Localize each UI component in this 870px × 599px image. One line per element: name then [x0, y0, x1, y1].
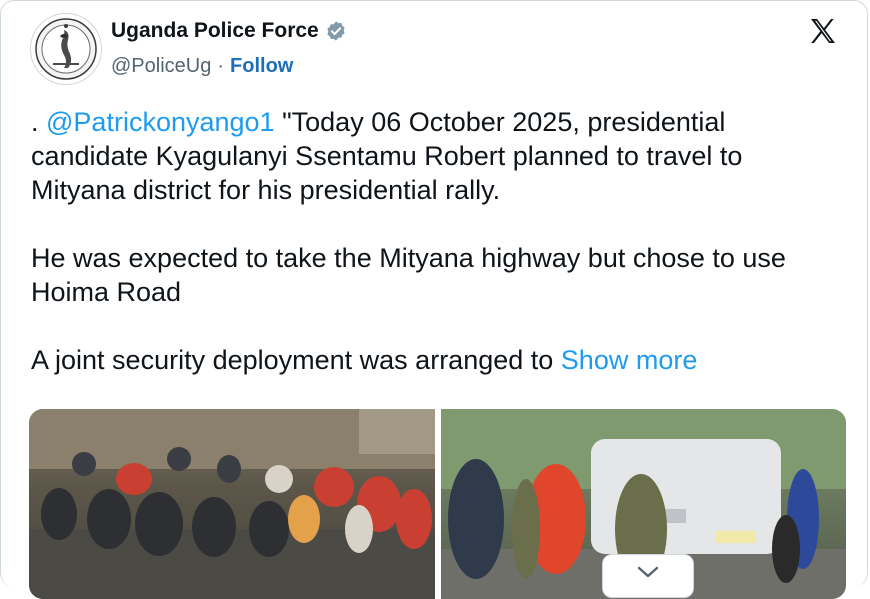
account-name-row: Uganda Police Force: [111, 19, 347, 43]
follow-button[interactable]: Follow: [230, 55, 293, 78]
tweet-paragraph-1: . @Patrickonyango1 "Today 06 October 202…: [31, 105, 841, 207]
police-crest-icon: [35, 18, 97, 80]
media-photo-1[interactable]: [29, 409, 435, 599]
expand-media-button[interactable]: [602, 554, 694, 598]
show-more-link[interactable]: Show more: [561, 345, 698, 375]
tweet-paragraph-3: A joint security deployment was arranged…: [31, 343, 841, 377]
separator-dot: ·: [217, 55, 225, 77]
photo-1-image: [29, 409, 435, 599]
text-prefix: .: [31, 107, 47, 137]
tweet-card: Uganda Police Force @PoliceUg · Follow .…: [0, 0, 868, 599]
avatar[interactable]: [30, 13, 102, 85]
account-handle[interactable]: @PoliceUg: [111, 55, 211, 78]
tweet-text: . @Patrickonyango1 "Today 06 October 202…: [31, 105, 841, 411]
media-gallery: [29, 409, 846, 599]
tweet-paragraph-2: He was expected to take the Mityana high…: [31, 243, 786, 307]
chevron-down-icon: [637, 566, 659, 578]
verified-badge-icon: [327, 21, 345, 41]
handle-row: @PoliceUg · Follow: [111, 55, 293, 78]
mention-link[interactable]: @Patrickonyango1: [46, 107, 275, 137]
display-name[interactable]: Uganda Police Force: [111, 19, 319, 43]
text-paragraph-3: A joint security deployment was arranged…: [31, 345, 561, 375]
x-logo-icon[interactable]: [807, 15, 839, 47]
